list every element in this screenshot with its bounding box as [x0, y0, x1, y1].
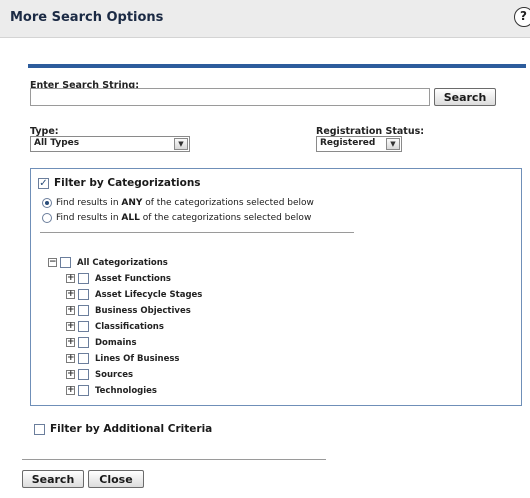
radio-selected-dot [45, 201, 49, 205]
filter-additional-checkbox[interactable] [34, 424, 45, 435]
radio-all-label: Find results in ALL of the categorizatio… [56, 213, 311, 223]
search-input[interactable] [30, 88, 430, 106]
tree-label-classifications: Classifications [95, 322, 164, 332]
expand-asset-lifecycle-stages-icon[interactable]: + [66, 290, 75, 299]
tree-checkbox-business-objectives[interactable] [78, 305, 89, 316]
footer-search-button[interactable]: Search [22, 470, 84, 488]
chevron-down-icon[interactable]: ▼ [174, 138, 188, 150]
tree-label-sources: Sources [95, 370, 134, 380]
tree-label-asset-lifecycle-stages: Asset Lifecycle Stages [95, 290, 203, 300]
chevron-down-icon[interactable]: ▼ [386, 138, 400, 150]
radio-all[interactable] [42, 213, 52, 223]
tree-checkbox-sources[interactable] [78, 369, 89, 380]
filter-categorizations-checkbox[interactable]: ✓ [38, 178, 49, 189]
type-select[interactable]: All Types ▼ [30, 136, 190, 152]
tree-label-all-categorizations: All Categorizations [77, 258, 168, 268]
checkmark-icon: ✓ [39, 178, 48, 189]
header-rule [28, 64, 526, 68]
tree-checkbox-technologies[interactable] [78, 385, 89, 396]
close-button[interactable]: Close [88, 470, 144, 488]
expand-domains-icon[interactable]: + [66, 338, 75, 347]
registration-status-value: Registered [320, 138, 376, 148]
expand-sources-icon[interactable]: + [66, 370, 75, 379]
radio-any-emph: ANY [121, 198, 143, 208]
options-divider [40, 232, 354, 233]
tree-checkbox-asset-functions[interactable] [78, 273, 89, 284]
tree-checkbox-classifications[interactable] [78, 321, 89, 332]
tree-checkbox-all-categorizations[interactable] [60, 257, 71, 268]
expand-business-objectives-icon[interactable]: + [66, 306, 75, 315]
tree-checkbox-domains[interactable] [78, 337, 89, 348]
filter-categorizations-label: Filter by Categorizations [54, 177, 201, 189]
tree-checkbox-asset-lifecycle-stages[interactable] [78, 289, 89, 300]
tree-label-domains: Domains [95, 338, 137, 348]
radio-any-suffix: of the categorizations selected below [142, 198, 314, 208]
radio-any[interactable] [42, 198, 52, 208]
expand-lines-of-business-icon[interactable]: + [66, 354, 75, 363]
expand-asset-functions-icon[interactable]: + [66, 274, 75, 283]
collapse-all-icon[interactable]: − [48, 258, 57, 267]
dialog-title: More Search Options [10, 10, 164, 25]
radio-all-emph: ALL [121, 213, 140, 223]
registration-status-select[interactable]: Registered ▼ [316, 136, 402, 152]
search-button[interactable]: Search [434, 88, 496, 106]
footer-divider [22, 459, 326, 460]
radio-any-prefix: Find results in [56, 198, 122, 208]
tree-label-business-objectives: Business Objectives [95, 306, 191, 316]
filter-additional-label: Filter by Additional Criteria [50, 423, 213, 435]
radio-any-label: Find results in ANY of the categorizatio… [56, 198, 314, 208]
tree-label-asset-functions: Asset Functions [95, 274, 171, 284]
radio-all-prefix: Find results in [56, 213, 122, 223]
type-select-value: All Types [34, 138, 80, 148]
expand-classifications-icon[interactable]: + [66, 322, 75, 331]
help-icon[interactable]: ? [514, 7, 530, 27]
tree-label-technologies: Technologies [95, 386, 157, 396]
tree-checkbox-lines-of-business[interactable] [78, 353, 89, 364]
tree-label-lines-of-business: Lines Of Business [95, 354, 180, 364]
expand-technologies-icon[interactable]: + [66, 386, 75, 395]
radio-all-suffix: of the categorizations selected below [139, 213, 312, 223]
